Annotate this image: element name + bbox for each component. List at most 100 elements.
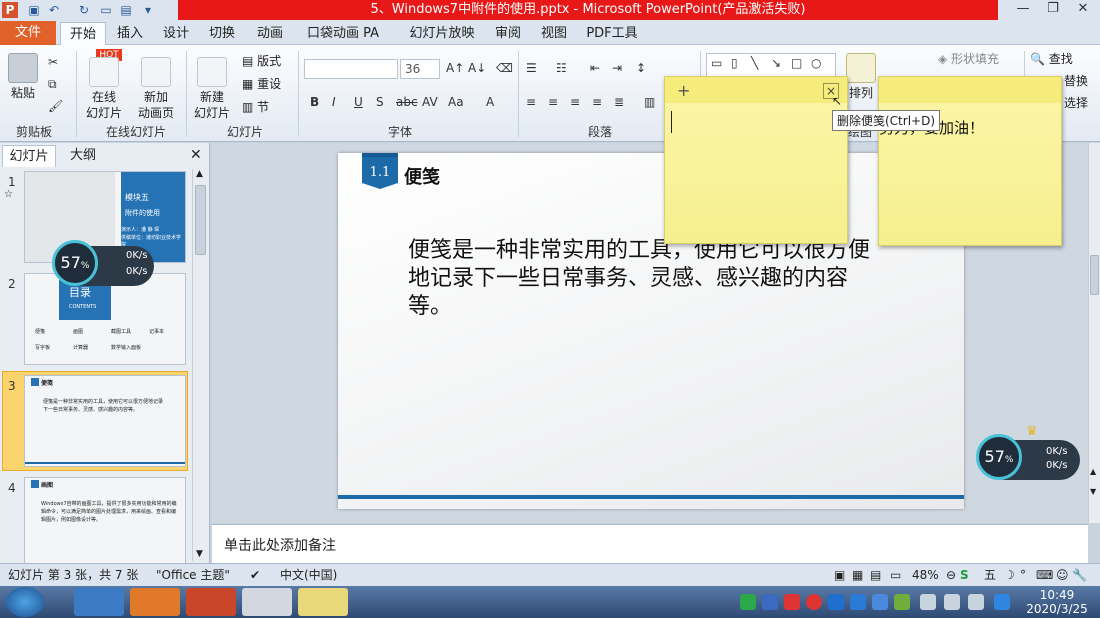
punctuation-icon[interactable]: ° — [1020, 564, 1026, 586]
format-painter-icon[interactable]: 🖌 — [48, 99, 63, 113]
decrease-indent-icon[interactable]: ⇤ — [590, 61, 600, 75]
maximize-button[interactable]: ❐ — [1038, 0, 1068, 18]
select-button[interactable]: 选择 — [1064, 95, 1088, 111]
new-slide-button[interactable]: 新建 幻灯片 — [190, 57, 234, 121]
font-size-combo[interactable]: 36 — [400, 59, 440, 79]
increase-indent-icon[interactable]: ⇥ — [612, 61, 622, 75]
start-button[interactable] — [6, 587, 44, 617]
tab-file[interactable]: 文件 — [0, 21, 56, 45]
sticky-note-1[interactable]: + × — [664, 76, 848, 244]
theme-name[interactable]: "Office 主题" — [156, 564, 230, 586]
battery-icon[interactable] — [920, 594, 936, 610]
slide-body-text[interactable]: 便笺是一种非常实用的工具，使用它可以很方便地记录下一些日常事务、灵感、感兴趣的内… — [408, 237, 884, 321]
arrange-button[interactable]: 排列 — [846, 53, 876, 101]
tray-icon[interactable] — [784, 594, 800, 610]
textbox-shape-icon[interactable]: ▭ — [711, 56, 722, 70]
italic-icon[interactable]: I — [332, 95, 336, 109]
redo-icon[interactable]: ↻ — [76, 2, 92, 18]
tab-outline-pane[interactable]: 大纲 — [58, 145, 108, 167]
section-button[interactable]: ▥ 节 — [242, 99, 269, 115]
taskbar-powerpoint-icon[interactable] — [186, 588, 236, 616]
font-name-combo[interactable] — [304, 59, 398, 79]
tray-icon[interactable] — [894, 594, 910, 610]
line-spacing-icon[interactable]: ↕ — [636, 61, 646, 75]
minimize-button[interactable]: — — [1008, 0, 1038, 18]
align-center-icon[interactable]: ≡ — [548, 95, 558, 109]
paste-button[interactable]: 粘贴 — [6, 53, 40, 101]
shrink-font-icon[interactable]: A↓ — [468, 61, 486, 75]
memory-gauge[interactable]: 57% — [52, 240, 98, 286]
copy-icon[interactable]: ⧉ — [48, 77, 57, 92]
user-icon[interactable]: ☺ — [1056, 564, 1069, 586]
memory-gauge[interactable]: 57% — [976, 434, 1022, 480]
quick-access-more-icon[interactable]: ▾ — [140, 2, 156, 18]
open-folder-icon[interactable]: ▤ — [118, 2, 134, 18]
tab-pocket-animation[interactable]: 口袋动画 PA — [300, 22, 386, 45]
normal-view-icon[interactable]: ▣ — [834, 564, 845, 586]
tray-icon[interactable] — [740, 594, 756, 610]
scroll-up-icon[interactable]: ▲ — [196, 169, 203, 179]
zoom-level[interactable]: 48% — [912, 564, 939, 586]
taskbar-ie-icon[interactable] — [74, 588, 124, 616]
new-animation-page-button[interactable]: 新加 动画页 — [130, 57, 182, 121]
tab-slides-pane[interactable]: 幻灯片 — [2, 145, 56, 167]
scrollbar-thumb[interactable] — [195, 185, 206, 255]
oval-shape-icon[interactable]: ○ — [811, 56, 821, 70]
grow-font-icon[interactable]: A↑ — [446, 61, 464, 75]
clock[interactable]: 10:49 2020/3/25 — [1022, 588, 1092, 616]
thumbnails-scrollbar[interactable]: ▲ ▼ — [192, 169, 208, 561]
slide-scrollbar[interactable]: ▲ ▼ — [1088, 143, 1100, 523]
tray-icon[interactable] — [994, 594, 1010, 610]
tab-design[interactable]: 设计 — [156, 22, 196, 45]
notes-placeholder[interactable]: 单击此处添加备注 — [224, 535, 336, 555]
slide-thumbnail-3[interactable]: 便笺 便笺是一种非常实用的工具，使用它可以很方便地记录下一些日常事务、灵感、感兴… — [24, 375, 186, 467]
ime-mode[interactable]: 五 — [984, 564, 996, 586]
add-note-button[interactable]: + — [677, 81, 690, 100]
tab-home[interactable]: 开始 — [60, 22, 106, 45]
line-shape-icon[interactable]: ╲ — [751, 56, 758, 70]
distributed-icon[interactable]: ≣ — [614, 95, 624, 109]
align-right-icon[interactable]: ≡ — [570, 95, 580, 109]
char-spacing-icon[interactable]: AV — [422, 95, 438, 109]
zoom-out-icon[interactable]: ⊖ — [946, 564, 956, 586]
find-button[interactable]: 🔍 查找 — [1030, 51, 1073, 67]
tab-review[interactable]: 审阅 — [488, 22, 528, 45]
font-color-icon[interactable]: A — [486, 95, 494, 109]
bold-icon[interactable]: B — [310, 95, 319, 109]
half-width-icon[interactable]: ☽ — [1004, 564, 1015, 586]
rectangle-shape-icon[interactable]: □ — [791, 56, 802, 70]
tab-slideshow[interactable]: 幻灯片放映 — [404, 22, 480, 45]
replace-button[interactable]: 替换 — [1064, 73, 1088, 89]
spelling-check-icon[interactable]: ✔ — [250, 564, 260, 586]
notes-pane[interactable]: 单击此处添加备注 — [212, 524, 1088, 564]
slide-thumbnail-2[interactable]: 目录 CONTENTS 便笺 画图 截图工具 记事本 写字板 计算器 数学输入面… — [24, 273, 186, 365]
shadow-icon[interactable]: S — [376, 95, 384, 109]
tab-pdf-tools[interactable]: PDF工具 — [582, 22, 642, 45]
reset-button[interactable]: ▦ 重设 — [242, 76, 281, 92]
slide-thumbnail-4[interactable]: 画图 Windows7自带的画图工具，提供了很多实用功能和常用的编辑命令，可以满… — [24, 477, 186, 569]
new-file-icon[interactable]: ▭ — [98, 2, 114, 18]
tray-icon[interactable] — [762, 594, 778, 610]
network-icon[interactable] — [944, 594, 960, 610]
keyboard-icon[interactable]: ⌨ — [1036, 564, 1053, 586]
language-indicator[interactable]: 中文(中国) — [280, 564, 337, 586]
sogou-ime-icon[interactable]: S — [960, 564, 969, 586]
tray-icon[interactable] — [806, 594, 822, 610]
numbering-icon[interactable]: ☷ — [556, 61, 567, 75]
close-window-button[interactable]: ✕ — [1068, 0, 1098, 18]
strikethrough-icon[interactable]: abc — [396, 95, 418, 109]
tray-icon[interactable] — [850, 594, 866, 610]
undo-icon[interactable]: ↶ — [46, 2, 62, 18]
slide-sorter-view-icon[interactable]: ▦ — [852, 564, 863, 586]
scroll-down-icon[interactable]: ▼ — [196, 549, 203, 559]
tab-transitions[interactable]: 切换 — [202, 22, 242, 45]
tray-icon[interactable] — [828, 594, 844, 610]
underline-icon[interactable]: U — [354, 95, 363, 109]
slide-section-title[interactable]: 便笺 — [404, 163, 440, 189]
tab-animations[interactable]: 动画 — [250, 22, 290, 45]
slideshow-view-icon[interactable]: ▭ — [890, 564, 901, 586]
arrow-shape-icon[interactable]: ↘ — [771, 56, 781, 70]
scrollbar-thumb[interactable] — [1090, 255, 1099, 295]
volume-icon[interactable] — [968, 594, 984, 610]
change-case-icon[interactable]: Aa — [448, 95, 464, 109]
